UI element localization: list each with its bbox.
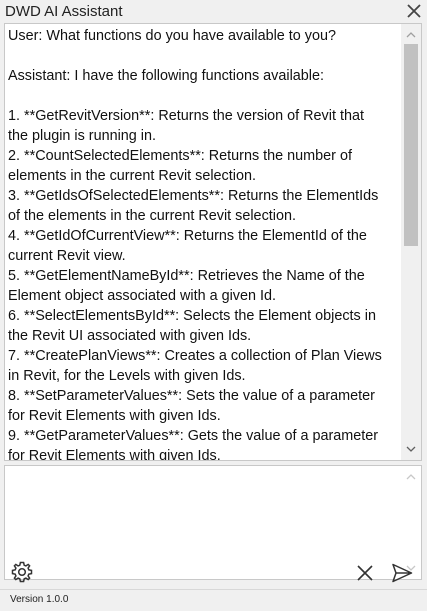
close-icon bbox=[407, 4, 421, 18]
clear-button[interactable] bbox=[354, 562, 376, 584]
status-bar: Version 1.0.0 bbox=[0, 589, 427, 611]
send-icon bbox=[392, 563, 413, 583]
gear-icon bbox=[11, 561, 33, 583]
scroll-down-button[interactable] bbox=[401, 440, 421, 458]
window-title: DWD AI Assistant bbox=[5, 3, 123, 20]
settings-button[interactable] bbox=[10, 560, 34, 584]
chat-history[interactable]: User: What functions do you have availab… bbox=[4, 23, 422, 461]
chevron-up-icon bbox=[406, 474, 416, 480]
chevron-down-icon bbox=[406, 446, 416, 452]
chat-transcript: User: What functions do you have availab… bbox=[8, 28, 382, 461]
input-scroll-up-button[interactable] bbox=[401, 468, 421, 486]
title-bar: DWD AI Assistant bbox=[0, 0, 427, 22]
toolbar bbox=[0, 556, 427, 590]
chevron-up-icon bbox=[406, 32, 416, 38]
scroll-thumb[interactable] bbox=[404, 44, 418, 246]
chat-scrollbar[interactable] bbox=[401, 24, 421, 460]
scroll-up-button[interactable] bbox=[401, 26, 421, 44]
send-button[interactable] bbox=[390, 561, 414, 585]
window-close-button[interactable] bbox=[405, 2, 423, 20]
close-icon bbox=[357, 565, 373, 581]
version-label: Version 1.0.0 bbox=[10, 594, 69, 605]
